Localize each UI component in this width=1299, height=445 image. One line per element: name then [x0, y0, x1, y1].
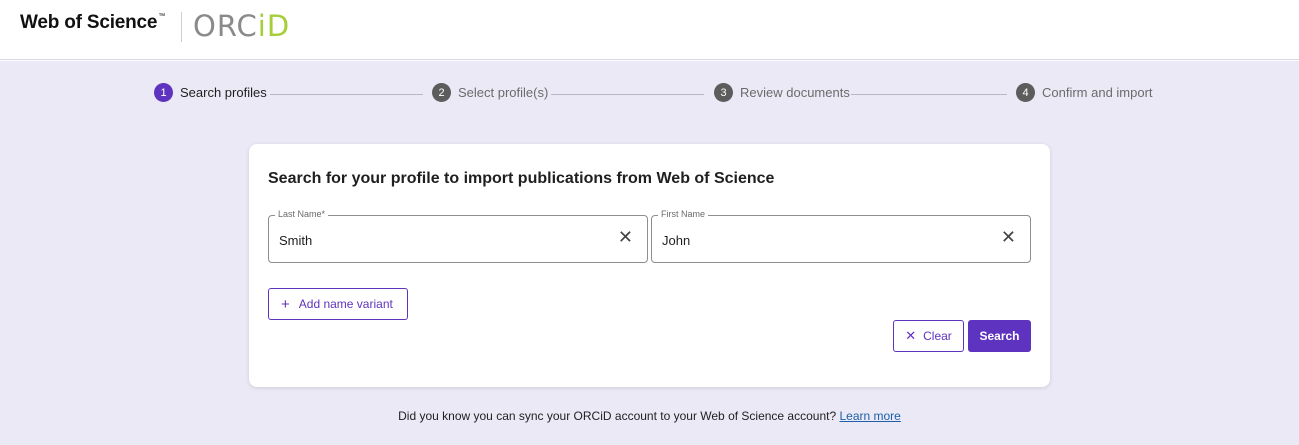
- add-name-variant-label: Add name variant: [298, 297, 393, 311]
- step-number-badge: 2: [432, 83, 451, 102]
- orcid-logo-suffix: iD: [257, 9, 291, 43]
- step-connector: [270, 94, 423, 95]
- clear-button[interactable]: ✕ Clear: [893, 320, 964, 352]
- last-name-label: Last Name*: [275, 209, 329, 219]
- sync-info-note: Did you know you can sync your ORCiD acc…: [0, 409, 1299, 423]
- learn-more-link[interactable]: Learn more: [839, 409, 900, 423]
- clear-button-label: Clear: [923, 329, 952, 343]
- step-review-documents: 3 Review documents: [714, 83, 850, 102]
- sync-info-text: Did you know you can sync your ORCiD acc…: [398, 409, 837, 423]
- logo-divider: [181, 12, 182, 42]
- first-name-label: First Name: [658, 209, 709, 219]
- step-number-badge: 3: [714, 83, 733, 102]
- close-icon: ✕: [905, 328, 917, 343]
- clear-first-name-icon[interactable]: ✕: [1001, 227, 1016, 248]
- main-area: 1 Search profiles 2 Select profile(s) 3 …: [0, 61, 1299, 445]
- progress-stepper: 1 Search profiles 2 Select profile(s) 3 …: [0, 61, 1299, 127]
- clear-last-name-icon[interactable]: ✕: [618, 227, 633, 248]
- step-connector: [551, 94, 704, 95]
- step-number-badge: 1: [154, 83, 173, 102]
- step-connector: [851, 94, 1007, 95]
- web-of-science-logo[interactable]: Web of Science™: [20, 12, 165, 34]
- brand-name: Web of Science: [20, 12, 158, 33]
- first-name-field[interactable]: First Name John ✕: [651, 209, 1031, 263]
- step-search-profiles: 1 Search profiles: [154, 83, 267, 102]
- trademark-mark: ™: [158, 13, 166, 20]
- step-label: Confirm and import: [1042, 85, 1153, 100]
- step-label: Search profiles: [180, 85, 267, 100]
- first-name-input[interactable]: John: [662, 233, 690, 248]
- orcid-logo-prefix: ORC: [193, 9, 258, 43]
- step-label: Review documents: [740, 85, 850, 100]
- search-card: Search for your profile to import public…: [249, 144, 1050, 387]
- add-name-variant-button[interactable]: + Add name variant: [268, 288, 408, 320]
- step-confirm-and-import: 4 Confirm and import: [1016, 83, 1153, 102]
- search-button[interactable]: Search: [968, 320, 1031, 352]
- step-select-profiles: 2 Select profile(s): [432, 83, 548, 102]
- last-name-input[interactable]: Smith: [279, 233, 312, 248]
- step-label: Select profile(s): [458, 85, 549, 100]
- plus-icon: +: [281, 295, 290, 313]
- orcid-logo: ORCiD: [193, 9, 290, 43]
- search-card-title: Search for your profile to import public…: [268, 170, 775, 187]
- step-number-badge: 4: [1016, 83, 1035, 102]
- last-name-field[interactable]: Last Name* Smith ✕: [268, 209, 648, 263]
- top-bar: Web of Science™ ORCiD: [0, 0, 1299, 60]
